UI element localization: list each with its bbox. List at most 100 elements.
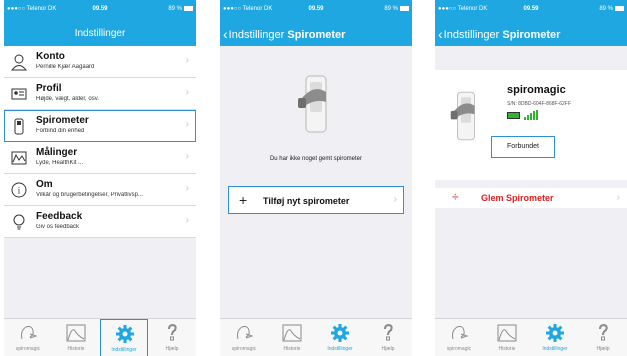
add-spirometer-button[interactable]: + Tilføj nyt spirometer › (228, 186, 404, 214)
status-time: 09.59 (523, 6, 539, 12)
device-name: spiromagic (507, 84, 566, 96)
chevron-right-icon: › (185, 215, 189, 226)
spiromagic-icon (449, 323, 469, 343)
settings-item-subtitle: Lyde, HealthKit ... (36, 160, 84, 166)
chevron-right-icon: › (185, 119, 189, 130)
spirometer-icon (11, 117, 27, 135)
info-icon: i (11, 181, 27, 199)
settings-content: Konto Pernille Kjær Aagaard › Profil Høj… (4, 46, 196, 318)
tab-label: spiromagic (15, 346, 41, 352)
tab-historie[interactable]: Historie (52, 319, 100, 356)
spirometer-detail-content: spiromagic S/N: 8DBD-604F-868F-62FF Forb… (435, 46, 627, 318)
gear-icon (115, 324, 135, 344)
gear-icon (330, 323, 350, 343)
page-title: Indstillinger (74, 28, 126, 39)
tab-historie[interactable]: Historie (268, 319, 316, 356)
tab-bar: spiromagic Historie Indstillinger Hjælp (220, 318, 412, 356)
chevron-right-icon: › (393, 194, 397, 205)
page-title: Spirometer (287, 29, 346, 41)
tab-hjaelp[interactable]: Hjælp (148, 319, 196, 356)
tab-spiromagic[interactable]: spiromagic (220, 319, 268, 356)
settings-item-subtitle: Giv os feedback (36, 224, 80, 230)
battery-percent: 89 % (168, 6, 182, 13)
tab-historie[interactable]: Historie (483, 319, 531, 356)
back-label: Indstillinger (228, 29, 285, 41)
gear-icon (545, 323, 565, 343)
back-button[interactable]: ‹Indstillinger Spirometer (223, 26, 345, 42)
tab-indstillinger[interactable]: Indstillinger (531, 319, 579, 356)
settings-item-profil[interactable]: Profil Højde, vægt, alder, osv. › (4, 78, 196, 110)
tab-hjaelp[interactable]: Hjælp (364, 319, 412, 356)
phone-settings: ●●●○○ Telenor DK 09.59 89 % Indstillinge… (4, 0, 196, 356)
chevron-right-icon: › (185, 55, 189, 66)
settings-item-konto[interactable]: Konto Pernille Kjær Aagaard › (4, 46, 196, 78)
settings-list: Konto Pernille Kjær Aagaard › Profil Høj… (4, 46, 196, 238)
spiromagic-icon (234, 323, 254, 343)
battery-icon (615, 6, 624, 11)
tab-indstillinger[interactable]: Indstillinger (316, 319, 364, 356)
battery-indicator: 89 % (168, 6, 193, 12)
help-icon (593, 323, 613, 343)
person-icon (10, 53, 28, 71)
settings-item-title: Spirometer (36, 115, 89, 126)
battery-percent: 89 % (384, 6, 398, 13)
settings-item-title: Feedback (36, 211, 83, 222)
forget-spirometer-button[interactable]: ÷ Glem Spirometer › (435, 188, 627, 208)
settings-item-title: Profil (36, 83, 62, 94)
tab-label: spiromagic (446, 346, 472, 352)
history-chart-icon (282, 323, 302, 343)
settings-item-subtitle: Højde, vægt, alder, osv. (36, 96, 99, 102)
connection-status-label: Forbundet (507, 143, 539, 150)
add-spirometer-label: Tilføj nyt spirometer (263, 196, 350, 206)
empty-state-message: Du har ikke noget gemt spirometer (269, 156, 363, 162)
tab-bar: spiromagic Historie Indstillinger Hjælp (435, 318, 627, 356)
navigation-bar: Indstillinger (4, 20, 196, 46)
bulb-icon (11, 213, 27, 231)
spirometer-device-image (449, 88, 483, 144)
help-icon (162, 323, 182, 343)
back-button[interactable]: ‹Indstillinger Spirometer (438, 26, 560, 42)
settings-item-malinger[interactable]: Målinger Lyde, HealthKit ... › (4, 142, 196, 174)
chevron-right-icon: › (185, 183, 189, 194)
tab-spiromagic[interactable]: spiromagic (435, 319, 483, 356)
battery-percent: 89 % (599, 6, 613, 13)
battery-indicator: 89 % (384, 6, 409, 12)
tab-indstillinger[interactable]: Indstillinger (100, 319, 148, 356)
chevron-right-icon: › (185, 87, 189, 98)
chevron-right-icon: › (616, 192, 620, 203)
tab-label: Hjælp (381, 346, 395, 352)
settings-item-feedback[interactable]: Feedback Giv os feedback › (4, 206, 196, 238)
status-bar: ●●●○○ Telenor DK 09.59 89 % (435, 0, 627, 20)
status-bar: ●●●○○ Telenor DK 09.59 89 % (4, 0, 196, 20)
status-time: 09.59 (308, 6, 324, 12)
tab-hjaelp[interactable]: Hjælp (579, 319, 627, 356)
navigation-bar: ‹Indstillinger Spirometer (220, 20, 412, 46)
tab-bar: spiromagic Historie Indstillinger Hjælp (4, 318, 196, 356)
settings-item-title: Konto (36, 51, 65, 62)
connection-status-badge: Forbundet (491, 136, 555, 158)
phone-spirometer-empty: ●●●○○ Telenor DK 09.59 89 % ‹Indstilling… (220, 0, 412, 356)
back-label: Indstillinger (443, 29, 500, 41)
signal-strength-icon (524, 110, 538, 120)
tab-label: spiromagic (231, 346, 257, 352)
status-time: 09.59 (92, 6, 108, 12)
forget-spirometer-label: Glem Spirometer (481, 193, 554, 203)
tab-spiromagic[interactable]: spiromagic (4, 319, 52, 356)
history-chart-icon (66, 323, 86, 343)
battery-icon (184, 6, 193, 11)
navigation-bar: ‹Indstillinger Spirometer (435, 20, 627, 46)
spiromagic-icon (18, 323, 38, 343)
tab-label: Hjælp (165, 346, 179, 352)
settings-item-title: Om (36, 179, 53, 190)
device-battery-icon (507, 112, 520, 119)
battery-icon (400, 6, 409, 11)
tab-label: Indstillinger (327, 346, 353, 352)
id-card-icon (11, 85, 27, 103)
settings-item-subtitle: Forbind din enhed (36, 128, 85, 134)
divide-icon: ÷ (452, 190, 459, 204)
settings-item-subtitle: Vilkår og brugerbetingelser, Privatlivsp… (36, 192, 143, 198)
settings-item-om[interactable]: i Om Vilkår og brugerbetingelser, Privat… (4, 174, 196, 206)
tab-label: Historie (283, 346, 301, 352)
tab-label: Indstillinger (111, 347, 137, 353)
settings-item-spirometer[interactable]: Spirometer Forbind din enhed › (4, 110, 196, 142)
